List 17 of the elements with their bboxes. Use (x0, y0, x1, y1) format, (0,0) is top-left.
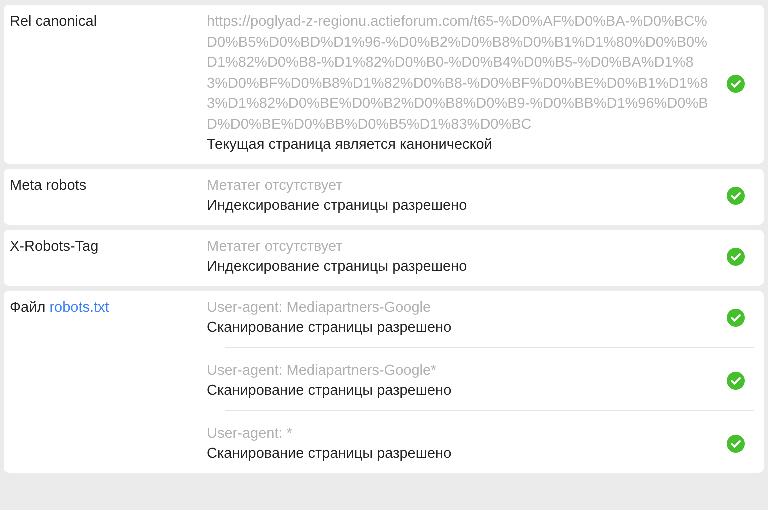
row-label: Файл robots.txt (10, 300, 110, 316)
row-label: Rel canonical (10, 14, 98, 30)
detail-text: User-agent: Mediapartners-Google* (207, 362, 438, 380)
row-label: X-Robots-Tag (10, 238, 99, 254)
status-text: Текущая страница является канонической (207, 136, 494, 155)
status-text: Сканирование страницы разрешено (207, 382, 453, 401)
row-label: Meta robots (10, 178, 87, 194)
file-link[interactable]: robots.txt (50, 300, 110, 316)
status-text: Сканирование страницы разрешено (207, 445, 453, 464)
detail-text: User-agent: Mediapartners-Google (207, 298, 432, 318)
detail-text: Метатег отсутствует (207, 176, 344, 196)
status-text: Сканирование страницы разрешено (207, 319, 453, 338)
status-text: Индексирование страницы разрешено (207, 197, 468, 216)
detail-text: User-agent: * (207, 424, 294, 444)
status-text: Индексирование страницы разрешено (207, 258, 468, 277)
detail-text: https://poglyad-z-regionu.actieforum.com/t65-%D0%AF%D0%BA-%D0%BC%D0%B5%D0%BD%D1%96-%D0%B2%D0%B8%D0%B1%D1%80%D0%B0%D1%82%D0%B8-%D1%82%D0%B0-%D0%B4%D0%B5-%D0%BA%D1%83%D0%BF%D0%B8%D1%82%D0%B8-%D0%BF%D0%BE%D0%B1%D1%83%D1%82%D0%BE%D0%B2%D0%B8%D0%B9-%D0%BB%D1%96%D0%BD%D0%BE%D0%BB%D0%B5%D1%83%D0%BC (207, 13, 709, 134)
detail-text: Метатег отсутствует (207, 238, 344, 256)
